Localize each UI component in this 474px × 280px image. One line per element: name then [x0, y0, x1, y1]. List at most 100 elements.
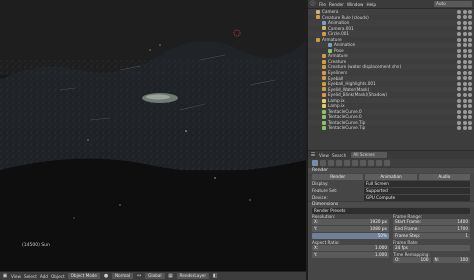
- device-select[interactable]: GPU Compute: [364, 194, 470, 201]
- cursor-icon[interactable]: [462, 43, 467, 48]
- outliner[interactable]: Camera Creature Rule (clouds) Animation Cam…: [308, 9, 474, 150]
- material-tab-icon[interactable]: [376, 160, 382, 166]
- time-remap-new-field[interactable]: N: 100: [432, 257, 470, 263]
- render-icon[interactable]: [468, 65, 472, 70]
- cursor-icon[interactable]: [462, 98, 467, 103]
- eye-icon[interactable]: [457, 115, 461, 120]
- aspect-x-field[interactable]: X: 1.000: [312, 245, 389, 251]
- eye-icon[interactable]: [457, 70, 461, 75]
- render-icon[interactable]: [468, 120, 472, 125]
- eye-icon[interactable]: [457, 98, 461, 103]
- eye-icon[interactable]: [457, 31, 461, 36]
- resolution-x-field[interactable]: X: 1920 px: [312, 219, 389, 225]
- render-icon[interactable]: [468, 76, 472, 81]
- modifiers-tab-icon[interactable]: [360, 160, 366, 166]
- eye-icon[interactable]: [457, 109, 461, 114]
- render-icon[interactable]: [468, 20, 472, 25]
- render-icon[interactable]: [468, 126, 472, 131]
- feature-set-select[interactable]: Supported: [364, 187, 470, 194]
- object-tab-icon[interactable]: [344, 160, 350, 166]
- render-icon[interactable]: [468, 115, 472, 120]
- cursor-icon[interactable]: [462, 59, 467, 64]
- world-tab-icon[interactable]: [336, 160, 342, 166]
- cursor-icon[interactable]: [462, 48, 467, 53]
- outliner-filter-select[interactable]: All Scenes: [351, 152, 388, 158]
- render-presets-select[interactable]: Render Presets: [312, 207, 470, 214]
- render-icon[interactable]: [468, 9, 472, 14]
- eye-icon[interactable]: [457, 81, 461, 86]
- render-icon[interactable]: [468, 98, 472, 103]
- constraints-tab-icon[interactable]: [352, 160, 358, 166]
- render-icon[interactable]: [468, 54, 472, 59]
- cursor-icon[interactable]: [462, 109, 467, 114]
- cursor-icon[interactable]: [462, 70, 467, 75]
- eye-icon[interactable]: [457, 93, 461, 97]
- eye-icon[interactable]: [457, 76, 461, 81]
- display-select[interactable]: Full Screen: [364, 180, 470, 187]
- audio-button[interactable]: Audio: [418, 173, 470, 180]
- camera-icon[interactable]: ◧: [212, 273, 218, 279]
- cursor-icon[interactable]: [462, 126, 467, 131]
- outliner-editor-icon[interactable]: ☰: [310, 152, 316, 158]
- editor-type-icon[interactable]: ▣: [2, 273, 8, 279]
- end-frame-field[interactable]: End Frame: 1700: [393, 226, 470, 232]
- outliner-view-menu[interactable]: View: [319, 153, 329, 158]
- render-button[interactable]: Render: [312, 173, 364, 180]
- render-tab-icon[interactable]: [312, 160, 318, 166]
- cursor-icon[interactable]: [462, 93, 467, 97]
- eye-icon[interactable]: [457, 48, 461, 53]
- menu-file[interactable]: File: [319, 2, 326, 7]
- eye-icon[interactable]: [457, 104, 461, 109]
- render-icon[interactable]: [468, 31, 472, 36]
- eye-icon[interactable]: [457, 87, 461, 92]
- render-icon[interactable]: [468, 15, 472, 20]
- frame-step-field[interactable]: Frame Step: 1: [393, 233, 470, 239]
- animation-button[interactable]: Animation: [365, 173, 417, 180]
- cursor-icon[interactable]: [462, 37, 467, 42]
- shading-sphere-icon[interactable]: ●: [103, 273, 109, 279]
- pivot-select[interactable]: Normal: [112, 273, 134, 279]
- info-editor-icon[interactable]: ⓘ: [310, 1, 316, 7]
- cursor-icon[interactable]: [462, 54, 467, 59]
- 3d-viewport[interactable]: (14500) Sun: [0, 0, 306, 271]
- cursor-icon[interactable]: [462, 31, 467, 36]
- menu-help[interactable]: Help: [366, 2, 376, 7]
- cursor-icon[interactable]: [462, 104, 467, 109]
- eye-icon[interactable]: [457, 26, 461, 31]
- screen-layout-field[interactable]: Auto: [434, 1, 472, 7]
- time-remap-old-field[interactable]: O: 100: [393, 257, 431, 263]
- eye-icon[interactable]: [457, 37, 461, 42]
- cursor-icon[interactable]: [462, 9, 467, 14]
- render-icon[interactable]: [468, 93, 472, 97]
- menu-window[interactable]: Window: [347, 2, 364, 7]
- render-icon[interactable]: [468, 109, 472, 114]
- cursor-icon[interactable]: [462, 81, 467, 86]
- texture-tab-icon[interactable]: [384, 160, 390, 166]
- orientation-select[interactable]: Global: [145, 273, 165, 279]
- resolution-percent-slider[interactable]: 50%: [312, 233, 389, 239]
- render-icon[interactable]: [468, 59, 472, 64]
- eye-icon[interactable]: [457, 20, 461, 25]
- outliner-search-menu[interactable]: Search: [332, 153, 346, 158]
- start-frame-field[interactable]: Start Frame: 1400: [393, 219, 470, 225]
- cursor-icon[interactable]: [462, 87, 467, 92]
- eye-icon[interactable]: [457, 9, 461, 14]
- render-icon[interactable]: [468, 37, 472, 42]
- menu-render[interactable]: Render: [329, 2, 344, 7]
- add-menu[interactable]: Add: [40, 274, 48, 279]
- eye-icon[interactable]: [457, 15, 461, 20]
- data-tab-icon[interactable]: [368, 160, 374, 166]
- outliner-row[interactable]: TentacleCurve.Tip: [308, 125, 474, 131]
- resolution-y-field[interactable]: Y: 1080 px: [312, 226, 389, 232]
- render-icon[interactable]: [468, 26, 472, 31]
- manipulator-icon[interactable]: ↔: [136, 273, 142, 279]
- render-icon[interactable]: [468, 81, 472, 86]
- render-icon[interactable]: [468, 48, 472, 53]
- mode-select[interactable]: Object Mode: [67, 273, 100, 279]
- cursor-icon[interactable]: [462, 20, 467, 25]
- layers-icon[interactable]: ▦: [168, 273, 174, 279]
- render-icon[interactable]: [468, 70, 472, 75]
- render-icon[interactable]: [468, 104, 472, 109]
- cursor-icon[interactable]: [462, 15, 467, 20]
- render-layer-select[interactable]: RenderLayer: [176, 273, 210, 279]
